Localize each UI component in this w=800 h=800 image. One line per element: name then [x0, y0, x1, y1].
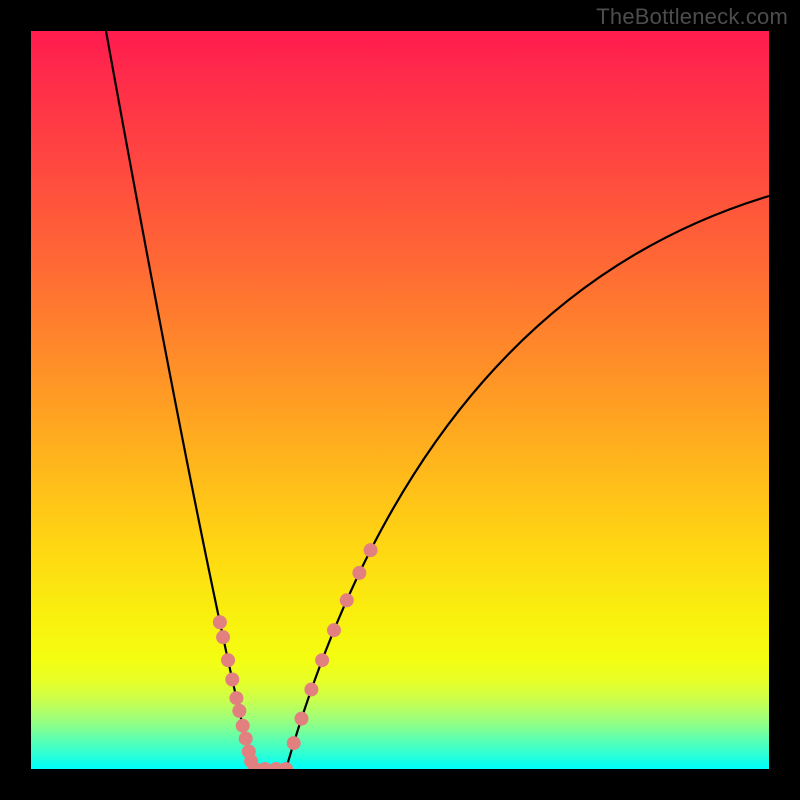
data-point — [340, 593, 354, 607]
curve-layer — [106, 31, 769, 769]
data-point — [239, 732, 253, 746]
data-point — [229, 691, 243, 705]
chart-frame: TheBottleneck.com — [0, 0, 800, 800]
data-point — [352, 566, 366, 580]
data-point — [225, 673, 239, 687]
data-point — [213, 615, 227, 629]
data-point — [236, 719, 250, 733]
data-point — [279, 762, 293, 769]
plot-svg — [31, 31, 769, 769]
data-point — [327, 623, 341, 637]
right-curve — [286, 196, 769, 769]
data-point — [364, 543, 378, 557]
watermark-text: TheBottleneck.com — [596, 4, 788, 30]
data-point — [294, 712, 308, 726]
data-point — [216, 630, 230, 644]
data-point — [287, 736, 301, 750]
data-point — [304, 682, 318, 696]
data-point — [315, 653, 329, 667]
data-point — [221, 653, 235, 667]
plot-area — [31, 31, 769, 769]
data-point — [232, 704, 246, 718]
